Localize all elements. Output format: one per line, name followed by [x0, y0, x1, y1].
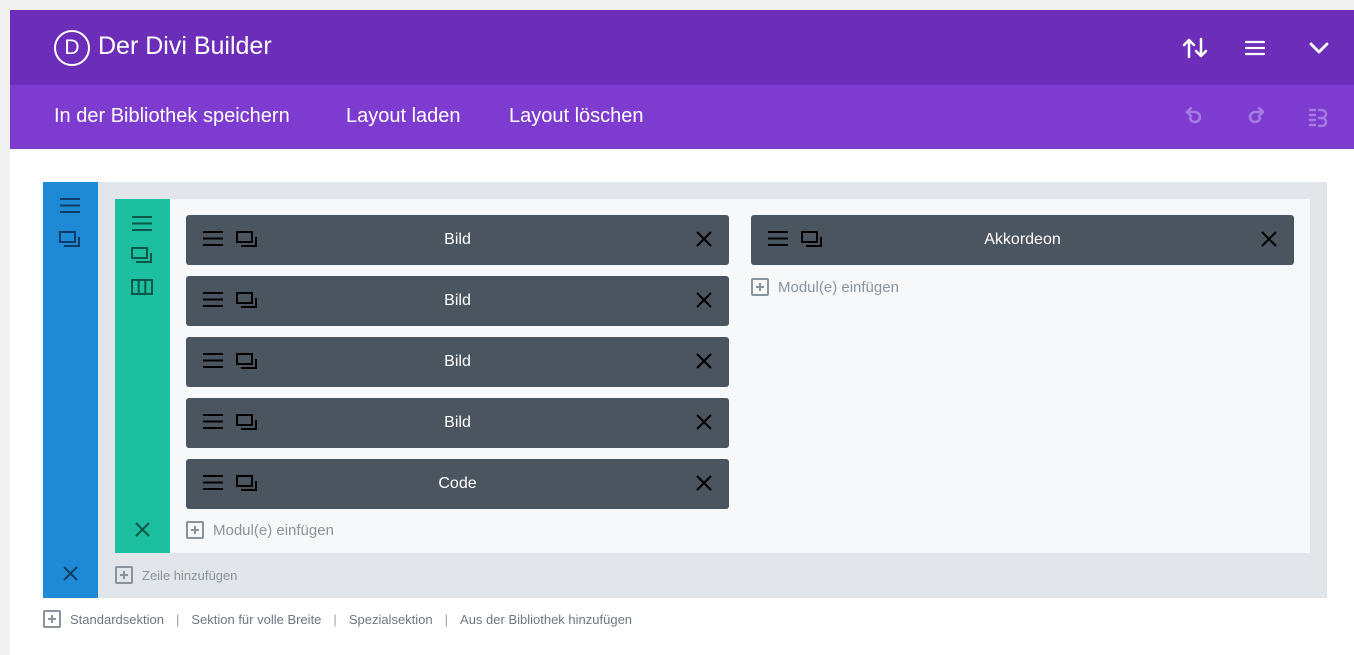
module-bild[interactable]: Bild — [186, 276, 729, 326]
add-special-section-link[interactable]: Spezialsektion — [349, 612, 433, 627]
module-label: Bild — [444, 292, 471, 309]
add-standard-section-link[interactable]: Standardsektion — [70, 612, 164, 627]
builder-toolbar: In der Bibliothek speichern Layout laden… — [10, 85, 1354, 149]
add-module-button-col1[interactable]: Modul(e) einfügen — [186, 521, 334, 539]
plus-icon — [115, 566, 133, 584]
column-2: Akkordeon — [751, 215, 1294, 276]
module-bild[interactable]: Bild — [186, 215, 729, 265]
section-clone-icon[interactable] — [59, 231, 81, 248]
divi-logo: D — [54, 30, 90, 66]
plus-icon — [186, 521, 204, 539]
save-to-library-button[interactable]: In der Bibliothek speichern — [54, 105, 290, 128]
sort-arrows-icon[interactable] — [1181, 34, 1209, 62]
row-sidebar — [115, 199, 170, 553]
module-bild[interactable]: Bild — [186, 337, 729, 387]
section-delete-icon[interactable] — [62, 565, 79, 582]
separator: | — [444, 611, 449, 627]
divi-builder-frame: D Der Divi Builder In der Bibliothek spe… — [10, 10, 1354, 655]
module-delete-icon[interactable] — [1260, 230, 1278, 248]
row-clone-icon[interactable] — [131, 247, 153, 264]
load-layout-button[interactable]: Layout laden — [346, 105, 461, 128]
module-akkordeon[interactable]: Akkordeon — [751, 215, 1294, 265]
add-row-button[interactable]: Zeile hinzufügen — [115, 566, 237, 584]
add-fullwidth-section-link[interactable]: Sektion für volle Breite — [191, 612, 321, 627]
section-sidebar — [43, 182, 98, 598]
add-from-library-link[interactable]: Aus der Bibliothek hinzufügen — [460, 612, 632, 627]
module-label: Akkordeon — [984, 231, 1061, 248]
column-1: Bild Bild Bild Bild Code — [186, 215, 729, 520]
row: Bild Bild Bild Bild Code Modul(e) einfüg… — [115, 199, 1310, 553]
module-label: Bild — [444, 414, 471, 431]
hamburger-menu-icon[interactable] — [1241, 34, 1269, 62]
separator: | — [333, 611, 337, 627]
builder-title: Der Divi Builder — [98, 32, 272, 60]
module-label: Code — [438, 475, 477, 492]
row-columns-icon[interactable] — [131, 279, 153, 295]
module-delete-icon[interactable] — [695, 352, 713, 370]
module-delete-icon[interactable] — [695, 230, 713, 248]
clear-layout-button[interactable]: Layout löschen — [509, 105, 644, 128]
standard-section: Bild Bild Bild Bild Code Modul(e) einfüg… — [43, 182, 1327, 598]
add-module-label: Modul(e) einfügen — [778, 278, 899, 296]
history-icon[interactable] — [1306, 105, 1330, 129]
add-row-label: Zeile hinzufügen — [142, 567, 238, 583]
module-code[interactable]: Code — [186, 459, 729, 509]
add-section-bar: Standardsektion | Sektion für volle Brei… — [43, 610, 632, 628]
redo-icon[interactable] — [1244, 105, 1268, 129]
module-delete-icon[interactable] — [695, 291, 713, 309]
row-delete-icon[interactable] — [134, 521, 151, 538]
module-label: Bild — [444, 353, 471, 370]
module-delete-icon[interactable] — [695, 474, 713, 492]
module-delete-icon[interactable] — [695, 413, 713, 431]
undo-icon[interactable] — [1182, 105, 1206, 129]
row-handle-icon[interactable] — [131, 215, 153, 232]
add-module-button-col2[interactable]: Modul(e) einfügen — [751, 278, 899, 296]
section-handle-icon[interactable] — [59, 197, 81, 214]
add-module-label: Modul(e) einfügen — [213, 521, 334, 539]
separator: | — [175, 611, 180, 627]
plus-icon — [43, 610, 61, 628]
chevron-down-icon[interactable] — [1305, 34, 1333, 62]
module-bild[interactable]: Bild — [186, 398, 729, 448]
plus-icon — [751, 278, 769, 296]
module-label: Bild — [444, 231, 471, 248]
builder-header: D Der Divi Builder — [10, 10, 1354, 85]
